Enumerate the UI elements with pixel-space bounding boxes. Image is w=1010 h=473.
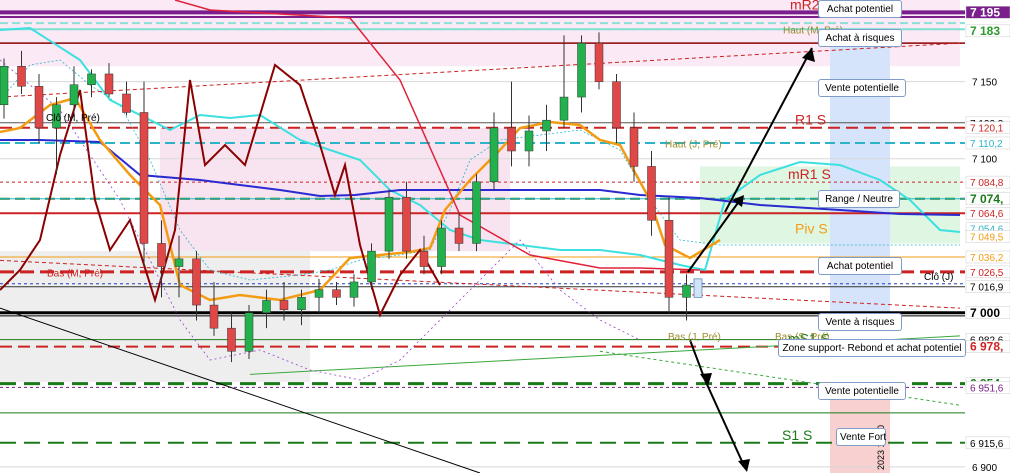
y-tick-label-0: 7 150 (972, 78, 997, 89)
candle-body-1 (17, 66, 26, 87)
trendline-green-dashed (599, 350, 961, 406)
candle-body-18 (314, 289, 324, 298)
candle-body-0 (0, 66, 9, 106)
series-label-4: Bas (J, Pré) (668, 332, 721, 343)
arrow-down-long-line (704, 379, 746, 469)
candle-body-35 (612, 81, 621, 129)
candle-body-29 (507, 127, 516, 152)
series-label-3: Haut (J, Pré) (665, 139, 722, 150)
annotation-box-7: Vente potentielle (818, 382, 906, 401)
price-chart-svg: mR2 SR1 SmR1 SPiv SmS1 SS1 SClô (M, Pré)… (0, 0, 1010, 473)
candle-body-33 (577, 42, 586, 98)
price-tag-6: 7 074, (970, 192, 1003, 206)
candle-body-2 (34, 86, 44, 129)
arrow-down-long-head (738, 459, 750, 472)
candle-body-4 (69, 84, 79, 106)
annotation-box-6: Zone support- Rebond et achat potentiel (778, 338, 966, 357)
candle-body-37 (647, 166, 656, 221)
price-tag-11: 7 026,5 (970, 268, 1004, 279)
candle-body-11 (192, 258, 201, 306)
annotation-box-8: Vente Fort (836, 428, 886, 447)
candle-body-21 (367, 250, 376, 283)
candle-body-5 (87, 73, 96, 85)
candle-body-34 (594, 42, 604, 82)
candle-body-32 (559, 96, 569, 121)
candle-body-26 (454, 227, 464, 244)
annotation-box-0: Achat potentiel (818, 0, 902, 18)
price-tag-18: 6 951,6 (970, 383, 1004, 394)
candle-body-36 (629, 127, 639, 167)
level-label-5: S1 S (782, 427, 812, 443)
candle-body-39 (682, 284, 691, 298)
candle-body-22 (384, 196, 394, 252)
price-tag-16: 6 978, (970, 340, 1003, 354)
candle-body-25 (437, 227, 446, 267)
annotation-box-4: Achat potentiel (818, 257, 902, 276)
price-tag-9: 7 049,5 (970, 233, 1004, 244)
annotation-box-5: Vente à risques (818, 312, 902, 331)
price-tag-19: 6 915,6 (970, 439, 1004, 450)
level-label-1: R1 S (795, 112, 826, 128)
series-label-1: Bas (M, Pré) (47, 269, 103, 280)
level-label-3: Piv S (795, 221, 828, 237)
candle-body-28 (489, 127, 499, 183)
series-label-0: Clô (M, Pré) (46, 113, 100, 124)
candle-body-38 (664, 220, 674, 298)
candle-body-14 (244, 312, 254, 352)
price-tag-7: 7 064,6 (970, 209, 1004, 220)
candle-body-15 (262, 300, 271, 314)
candle-body-30 (524, 130, 534, 152)
trading-chart: mR2 SR1 SmR1 SPiv SmS1 SS1 SClô (M, Pré)… (0, 0, 1010, 473)
candle-body-6 (104, 73, 114, 95)
price-tag-5: 7 084,8 (970, 178, 1004, 189)
price-tag-14: 7 000 (970, 306, 1000, 320)
annotation-box-3: Range / Neutre (818, 189, 900, 208)
price-tag-4: 7 110,2 (970, 139, 1003, 150)
candle-body-8 (139, 112, 149, 244)
candle-body-24 (419, 250, 429, 267)
candle-body-10 (174, 258, 184, 267)
candle-body-13 (227, 327, 236, 352)
price-tag-0: 7 195 (970, 5, 1000, 19)
candle-body-31 (542, 119, 551, 132)
price-tag-3: 7 120,1 (970, 124, 1004, 135)
current-candle-box (693, 278, 703, 298)
candle-body-23 (402, 196, 411, 252)
y-tick-label-1: 7 100 (972, 155, 997, 166)
price-tag-1: 7 183 (970, 24, 1000, 38)
candle-body-12 (209, 304, 219, 329)
y-tick-label-3: 6 900 (972, 463, 997, 473)
candle-body-16 (279, 300, 289, 310)
candle-body-17 (297, 297, 306, 310)
price-tag-10: 7 036,2 (970, 253, 1004, 264)
candle-body-27 (472, 181, 481, 244)
level-label-2: mR1 S (788, 166, 831, 182)
annotation-box-1: Achat à risques (818, 29, 902, 48)
annotation-box-2: Vente potentielle (818, 78, 906, 97)
candle-body-9 (157, 243, 166, 267)
series-label-6: Clô (J) (924, 272, 953, 283)
zone-blue-column (830, 27, 890, 329)
candle-body-19 (332, 289, 341, 298)
candle-body-20 (349, 281, 359, 298)
price-tag-13: 7 016,9 (970, 283, 1004, 294)
candle-body-7 (122, 93, 131, 113)
